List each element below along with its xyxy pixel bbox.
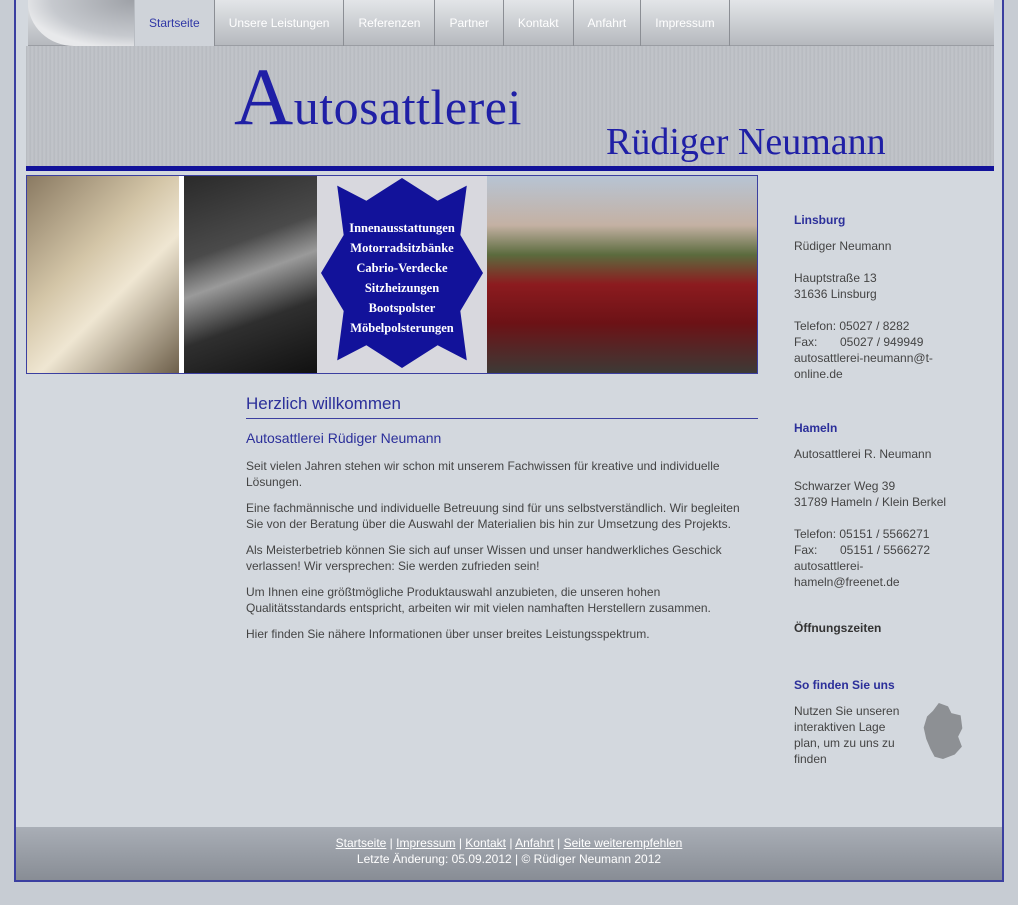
services-list: Innenausstattungen Motorradsitzbänke Cab… xyxy=(321,218,483,338)
fax-label: Fax: xyxy=(794,335,818,349)
nav-item-unsere-leistungen[interactable]: Unsere Leistungen xyxy=(215,0,345,46)
contact-email-cont[interactable]: hameln@freenet.de xyxy=(794,574,974,590)
content-subtitle: Autosattlerei Rüdiger Neumann xyxy=(246,430,442,446)
intro-paragraph: Als Meisterbetrieb können Sie sich auf u… xyxy=(246,543,722,573)
contact-street: Hauptstraße 13 xyxy=(794,271,877,285)
logo-rest: utosattlerei xyxy=(293,79,522,135)
opening-hours-link[interactable]: Öffnungszeiten xyxy=(794,620,974,636)
service-item: Cabrio-Verdecke xyxy=(356,261,448,275)
nav-item-anfahrt[interactable]: Anfahrt xyxy=(574,0,642,46)
car-interior-photo xyxy=(27,176,179,373)
intro-paragraph: Hier finden Sie nähere Informationen übe… xyxy=(246,627,650,641)
main-navigation: Startseite Unsere Leistungen Referenzen … xyxy=(28,0,994,46)
footer-separator: | xyxy=(386,836,397,850)
contact-street: Schwarzer Weg 39 xyxy=(794,479,896,493)
contact-phone: Telefon: 05151 / 5566271 xyxy=(794,527,930,541)
services-badge-panel: Innenausstattungen Motorradsitzbänke Cab… xyxy=(317,176,487,373)
footer-link-kontakt[interactable]: Kontakt xyxy=(465,836,506,850)
footer-link-recommend[interactable]: Seite weiterempfehlen xyxy=(564,836,683,850)
footer-separator: | xyxy=(553,836,564,850)
footer-copyright: Letzte Änderung: 05.09.2012 | © Rüdiger … xyxy=(356,852,662,866)
contact-email-cont[interactable]: online.de xyxy=(794,366,974,382)
footer-links: Startseite | Impressum | Kontakt | Anfah… xyxy=(16,835,1002,851)
welcome-heading: Herzlich willkommen xyxy=(246,394,758,419)
red-porsche-photo xyxy=(487,176,757,373)
directions-block: Nutzen Sie unseren interaktiven Lage pla… xyxy=(794,703,974,767)
intro-paragraph: Um Ihnen eine größtmögliche Produktauswa… xyxy=(246,585,711,615)
footer-link-anfahrt[interactable]: Anfahrt xyxy=(515,836,554,850)
contact-phone: Telefon: 05027 / 8282 xyxy=(794,319,910,333)
contact-email[interactable]: autosattlerei-neumann@t- xyxy=(794,350,974,366)
service-item: Sitzheizungen xyxy=(364,281,440,295)
contact-fax: 05027 / 949949 xyxy=(840,335,924,349)
nav-item-impressum[interactable]: Impressum xyxy=(641,0,730,46)
nav-item-referenzen[interactable]: Referenzen xyxy=(344,0,436,46)
contact-name: Autosattlerei R. Neumann xyxy=(794,447,932,461)
logo-initial: A xyxy=(234,51,294,142)
contact-city: 31789 Hameln / Klein Berkel xyxy=(794,495,947,509)
location-title-linsburg: Linsburg xyxy=(794,213,846,227)
site-footer: Startseite | Impressum | Kontakt | Anfah… xyxy=(16,827,1002,880)
header-banner: Innenausstattungen Motorradsitzbänke Cab… xyxy=(26,175,758,374)
nav-decoration xyxy=(28,0,134,46)
intro-paragraph: Eine fachmännische und individuelle Betr… xyxy=(246,501,740,531)
intro-paragraph: Seit vielen Jahren stehen wir schon mit … xyxy=(246,459,720,489)
location-title-hameln: Hameln xyxy=(794,421,838,435)
contact-email[interactable]: autosattlerei- xyxy=(794,558,974,574)
site-header: Autosattlerei Rüdiger Neumann xyxy=(26,46,994,171)
footer-link-startseite[interactable]: Startseite xyxy=(336,836,387,850)
footer-separator: | xyxy=(505,836,516,850)
footer-link-impressum[interactable]: Impressum xyxy=(396,836,455,850)
logo-title[interactable]: Autosattlerei xyxy=(234,50,522,144)
convertible-top-photo xyxy=(184,176,317,373)
nav-item-partner[interactable]: Partner xyxy=(435,0,504,46)
logo-subtitle: Rüdiger Neumann xyxy=(606,121,886,163)
directions-title[interactable]: So finden Sie uns xyxy=(794,677,974,693)
footer-separator: | xyxy=(455,836,466,850)
main-content: Herzlich willkommen Autosattlerei Rüdige… xyxy=(246,394,758,642)
nav-item-kontakt[interactable]: Kontakt xyxy=(504,0,574,46)
page-container: Startseite Unsere Leistungen Referenzen … xyxy=(14,0,1004,882)
nav-item-startseite[interactable]: Startseite xyxy=(134,0,215,46)
contact-city: 31636 Linsburg xyxy=(794,287,877,301)
contact-sidebar: Linsburg Rüdiger Neumann Hauptstraße 13 … xyxy=(794,212,974,767)
service-item: Möbelpolsterungen xyxy=(350,321,454,335)
service-item: Innenausstattungen xyxy=(349,221,455,235)
service-item: Motorradsitzbänke xyxy=(350,241,454,255)
service-item: Bootspolster xyxy=(368,301,436,315)
fax-label: Fax: xyxy=(794,543,818,557)
contact-fax: 05151 / 5566272 xyxy=(840,543,931,557)
contact-name: Rüdiger Neumann xyxy=(794,239,892,253)
